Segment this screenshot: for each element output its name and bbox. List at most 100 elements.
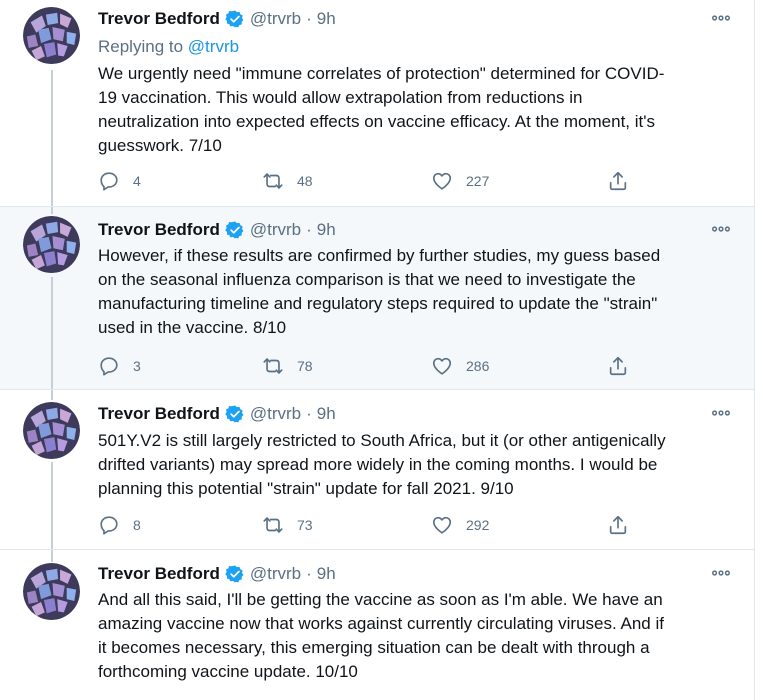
tweet-text-line: forthcoming vaccine update. 10/10	[98, 662, 358, 681]
thread-line	[51, 70, 53, 207]
time-separator: ·	[306, 220, 312, 239]
tweet-text-line: planning this potential "strain" update …	[98, 479, 514, 498]
replying-to-handle[interactable]: @trvrb	[188, 37, 239, 56]
author-handle[interactable]: @trvrb	[250, 9, 301, 29]
reply-button[interactable]: 8	[98, 514, 141, 536]
retweet-count: 48	[297, 173, 313, 189]
retweet-count: 73	[297, 517, 313, 533]
timestamp[interactable]: 9h	[317, 220, 336, 240]
verified-badge-icon	[225, 9, 245, 29]
tweet-text-line: However, if these results are confirmed …	[98, 246, 661, 265]
tweet-text-line: manufacturing timeline and regulatory st…	[98, 294, 658, 313]
share-button[interactable]	[607, 355, 629, 377]
timeline-border	[754, 0, 755, 700]
tweet-text-line: on the seasonal influenza comparison is …	[98, 270, 636, 289]
tweet-text-line: used in the vaccine. 8/10	[98, 318, 287, 337]
reply-count: 3	[133, 358, 141, 374]
tweet-text: 501Y.V2 is still largely restricted to S…	[98, 429, 738, 501]
retweet-icon	[262, 170, 284, 192]
thread-line	[51, 550, 53, 562]
avatar[interactable]	[23, 563, 80, 620]
author-handle[interactable]: @trvrb	[250, 220, 301, 240]
verified-badge-icon	[225, 564, 245, 584]
tweet-text-line: 501Y.V2 is still largely restricted to S…	[98, 431, 666, 450]
more-options-icon[interactable]	[710, 562, 732, 584]
replying-to: Replying to @trvrb	[98, 37, 239, 57]
more-options-icon[interactable]	[710, 218, 732, 240]
author-handle[interactable]: @trvrb	[250, 404, 301, 424]
author-name[interactable]: Trevor Bedford	[98, 404, 220, 424]
share-icon	[607, 355, 629, 377]
reply-icon	[98, 514, 120, 536]
reply-count: 8	[133, 517, 141, 533]
reply-button[interactable]: 4	[98, 170, 141, 192]
avatar[interactable]	[23, 7, 80, 64]
reply-button[interactable]: 3	[98, 355, 141, 377]
tweet-text-line: 19 vaccination. This would allow extrapo…	[98, 88, 583, 107]
more-options-icon[interactable]	[710, 7, 732, 29]
retweet-button[interactable]: 48	[262, 170, 313, 192]
tweet-item[interactable]: Trevor Bedford @trvrb · 9h Replying to @…	[0, 0, 754, 207]
tweet-header: Trevor Bedford @trvrb · 9h	[98, 219, 336, 241]
heart-icon	[431, 355, 453, 377]
like-count: 292	[466, 517, 490, 533]
thread-line	[51, 462, 53, 550]
tweet-text-line: drifted variants) may spread more widely…	[98, 455, 658, 474]
like-button[interactable]: 292	[431, 514, 489, 536]
retweet-count: 78	[297, 358, 313, 374]
reply-count: 4	[133, 173, 141, 189]
thread-line	[51, 390, 53, 400]
tweet-item[interactable]: Trevor Bedford @trvrb · 9h And all this …	[0, 550, 754, 700]
tweet-item[interactable]: Trevor Bedford @trvrb · 9h However, if t…	[0, 207, 754, 390]
author-handle[interactable]: @trvrb	[250, 564, 301, 584]
verified-badge-icon	[225, 404, 245, 424]
time-separator: ·	[306, 9, 312, 28]
share-button[interactable]	[607, 170, 629, 192]
like-button[interactable]: 227	[431, 170, 489, 192]
tweet-item[interactable]: Trevor Bedford @trvrb · 9h 501Y.V2 is st…	[0, 390, 754, 550]
reply-icon	[98, 170, 120, 192]
tweet-text-line: neutralization into expected effects on …	[98, 112, 655, 131]
like-count: 286	[466, 358, 490, 374]
tweet-text: We urgently need "immune correlates of p…	[98, 62, 738, 158]
reply-icon	[98, 355, 120, 377]
tweet-text-line: guesswork. 7/10	[98, 136, 222, 155]
avatar[interactable]	[23, 402, 80, 459]
thread-line	[51, 277, 53, 390]
tweet-actions: 3 78 286	[98, 355, 638, 377]
like-count: 227	[466, 173, 490, 189]
time-separator: ·	[306, 564, 312, 583]
retweet-icon	[262, 355, 284, 377]
retweet-button[interactable]: 78	[262, 355, 313, 377]
avatar[interactable]	[23, 216, 80, 273]
thread-line	[51, 207, 53, 214]
timestamp[interactable]: 9h	[317, 404, 336, 424]
retweet-button[interactable]: 73	[262, 514, 313, 536]
heart-icon	[431, 514, 453, 536]
more-options-icon[interactable]	[710, 402, 732, 424]
retweet-icon	[262, 514, 284, 536]
author-name[interactable]: Trevor Bedford	[98, 564, 220, 584]
tweet-header: Trevor Bedford @trvrb · 9h	[98, 403, 336, 425]
author-name[interactable]: Trevor Bedford	[98, 220, 220, 240]
share-icon	[607, 514, 629, 536]
heart-icon	[431, 170, 453, 192]
tweet-header: Trevor Bedford @trvrb · 9h	[98, 563, 336, 585]
like-button[interactable]: 286	[431, 355, 489, 377]
timestamp[interactable]: 9h	[317, 9, 336, 29]
tweet-text-line: We urgently need "immune correlates of p…	[98, 64, 665, 83]
tweet-text-line: amazing vaccine now that works against c…	[98, 614, 664, 633]
timestamp[interactable]: 9h	[317, 564, 336, 584]
replying-to-label: Replying to	[98, 37, 184, 56]
share-button[interactable]	[607, 514, 629, 536]
tweet-text: However, if these results are confirmed …	[98, 244, 738, 340]
tweet-text: And all this said, I'll be getting the v…	[98, 588, 738, 684]
tweet-header: Trevor Bedford @trvrb · 9h	[98, 8, 336, 30]
verified-badge-icon	[225, 220, 245, 240]
time-separator: ·	[306, 404, 312, 423]
share-icon	[607, 170, 629, 192]
author-name[interactable]: Trevor Bedford	[98, 9, 220, 29]
tweet-actions: 4 48 227	[98, 170, 638, 192]
tweet-actions: 8 73 292	[98, 514, 638, 536]
tweet-text-line: it becomes necessary, this emerging situ…	[98, 638, 650, 657]
